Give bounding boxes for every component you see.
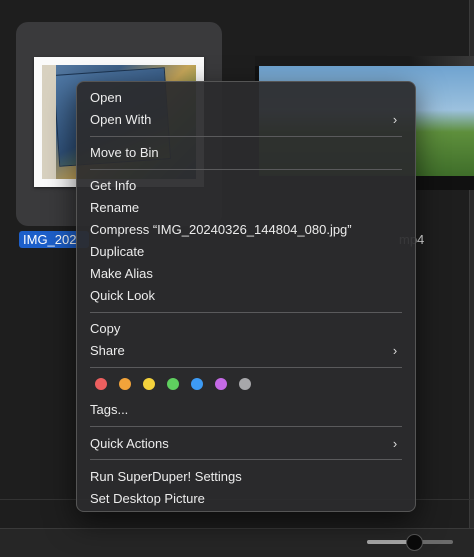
menu-item-label: Duplicate [90,244,145,259]
tag-yellow[interactable] [143,378,155,390]
menu-item-label: Quick Actions [90,436,169,451]
menu-item-tags[interactable]: Tags... [90,399,402,421]
menu-item-open-with[interactable]: Open With › [90,109,402,131]
menu-separator [90,367,402,368]
chevron-right-icon: › [392,436,398,451]
menu-separator [90,459,402,460]
slider-knob[interactable] [406,534,423,551]
menu-item-duplicate[interactable]: Duplicate [90,241,402,263]
chevron-right-icon: › [392,112,398,127]
menu-item-label: Copy [90,321,121,336]
tag-orange[interactable] [119,378,131,390]
menu-item-label: Make Alias [90,266,153,281]
menu-item-label: Get Info [90,178,137,193]
tag-purple[interactable] [215,378,227,390]
menu-item-quick-look[interactable]: Quick Look [90,285,402,307]
menu-item-label: Set Desktop Picture [90,491,205,506]
menu-separator [90,136,402,137]
menu-item-label: Compress “IMG_20240326_144804_080.jpg” [90,222,352,237]
menu-separator [90,169,402,170]
menu-item-share[interactable]: Share › [90,340,402,362]
menu-item-set-desktop-picture[interactable]: Set Desktop Picture [90,488,402,510]
menu-item-label: Run SuperDuper! Settings [90,469,242,484]
menu-item-label: Open [90,90,122,105]
tag-blue[interactable] [191,378,203,390]
menu-item-label: Tags... [90,402,129,417]
tag-green[interactable] [167,378,179,390]
menu-item-label: Share [90,343,125,358]
menu-item-make-alias[interactable]: Make Alias [90,263,402,285]
menu-separator [90,426,402,427]
video-letterbox [255,56,474,66]
menu-item-copy[interactable]: Copy [90,318,402,340]
menu-item-label: Quick Look [90,288,156,303]
menu-item-rename[interactable]: Rename [90,197,402,219]
menu-separator [90,312,402,313]
menu-item-label: Move to Bin [90,145,159,160]
tag-gray[interactable] [239,378,251,390]
menu-item-superduper[interactable]: Run SuperDuper! Settings [90,466,402,488]
context-menu: Open Open With › Move to Bin Get Info Re… [76,81,416,512]
tag-red[interactable] [95,378,107,390]
menu-item-label: Open With [90,112,152,127]
chevron-right-icon: › [392,343,398,358]
menu-item-open[interactable]: Open [90,87,402,109]
menu-item-move-to-bin[interactable]: Move to Bin [90,142,402,164]
menu-item-label: Rename [90,200,140,215]
menu-item-compress[interactable]: Compress “IMG_20240326_144804_080.jpg” [90,219,402,241]
menu-item-quick-actions[interactable]: Quick Actions › [90,433,402,455]
menu-item-get-info[interactable]: Get Info [90,175,402,197]
photo-strip [42,65,56,179]
